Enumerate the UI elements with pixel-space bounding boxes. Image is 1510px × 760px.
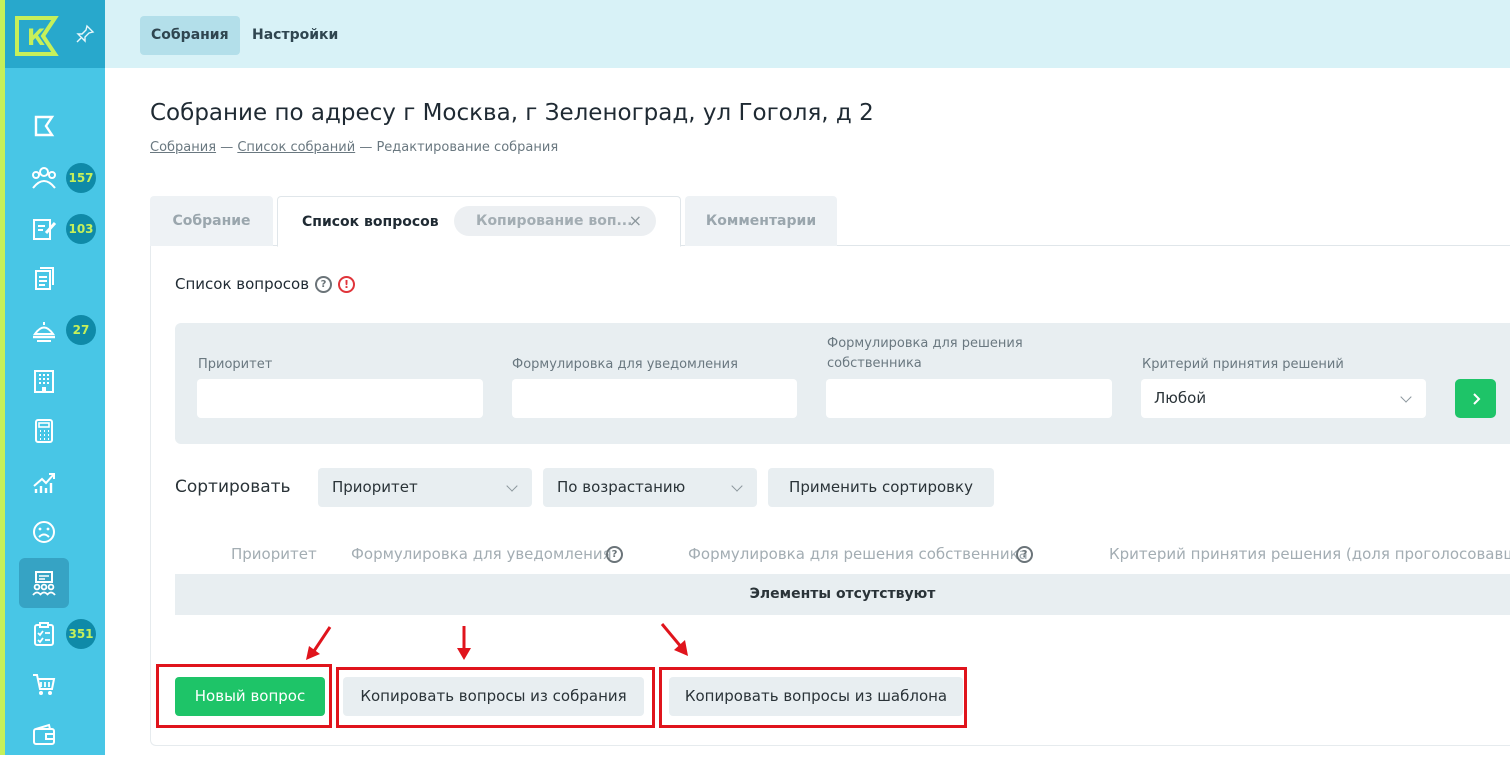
- filter-criterion-value: Любой: [1154, 389, 1207, 407]
- page-title: Собрание по адресу г Москва, г Зеленогра…: [150, 100, 874, 126]
- content-tabs: Собрание Список вопросов Копирование воп…: [150, 196, 1510, 247]
- copy-from-template-button[interactable]: Копировать вопросы из шаблона: [669, 677, 963, 716]
- filter-criterion-select[interactable]: Любой: [1141, 379, 1426, 418]
- chart-growth-icon: [33, 473, 55, 493]
- people-icon: [32, 167, 56, 189]
- sidebar-item-meetings[interactable]: [19, 558, 69, 608]
- sidebar-item-complaints[interactable]: [19, 507, 69, 557]
- sidebar-item-shop[interactable]: [19, 659, 69, 709]
- sidebar-item-buildings[interactable]: [19, 356, 69, 406]
- building-icon: [34, 370, 54, 393]
- table-empty-row: Элементы отсутствуют: [175, 574, 1510, 615]
- sort-order-select[interactable]: По возрастанию: [543, 468, 757, 507]
- apply-filter-button[interactable]: [1455, 379, 1496, 418]
- annotation-arrow-icon: [660, 623, 688, 656]
- sort-field-select[interactable]: Приоритет: [318, 468, 532, 507]
- top-tab-meetings[interactable]: Собрания: [140, 16, 240, 55]
- apply-sort-button[interactable]: Применить сортировку: [768, 468, 994, 507]
- chevron-right-icon: [1472, 392, 1480, 405]
- meeting-icon: [32, 571, 56, 596]
- new-question-button[interactable]: Новый вопрос: [175, 677, 325, 716]
- column-header-owner[interactable]: Формулировка для решения собственника: [688, 545, 1028, 563]
- help-icon[interactable]: ?: [315, 276, 332, 293]
- sort-order-value: По возрастанию: [557, 478, 686, 496]
- sidebar-item-tasks[interactable]: [19, 609, 69, 659]
- services-count-badge: 27: [66, 315, 96, 345]
- sort-label: Сортировать: [175, 477, 291, 497]
- copy-from-meeting-button[interactable]: Копировать вопросы из собрания: [343, 677, 644, 716]
- cart-icon: [33, 674, 56, 695]
- sort-field-value: Приоритет: [332, 478, 418, 496]
- tab-copy-questions[interactable]: Копирование воп... ×: [454, 206, 656, 236]
- service-bell-icon: [33, 322, 55, 342]
- column-header-notice[interactable]: Формулировка для уведомления: [351, 545, 612, 563]
- filter-criterion-label: Критерий принятия решений: [1142, 357, 1344, 372]
- filter-priority-input[interactable]: [197, 379, 483, 418]
- sidebar-item-residents[interactable]: [19, 153, 69, 203]
- warning-icon[interactable]: !: [338, 276, 355, 293]
- sidebar-item-calculator[interactable]: [19, 406, 69, 456]
- sad-face-icon: [33, 521, 55, 543]
- sidebar-item-services[interactable]: [19, 305, 69, 355]
- logo-icon[interactable]: К: [13, 14, 59, 58]
- calculator-icon: [35, 419, 53, 443]
- column-header-criterion[interactable]: Критерий принятия решения (доля проголос…: [1109, 545, 1510, 563]
- breadcrumb: Собрания — Список собраний — Редактирова…: [150, 140, 558, 155]
- questions-section-title: Список вопросов: [175, 275, 310, 293]
- filter-notice-label: Формулировка для уведомления: [512, 357, 738, 372]
- filter-priority-label: Приоритет: [198, 357, 273, 372]
- residents-count-badge: 157: [66, 163, 96, 193]
- breadcrumb-meetings-list-link[interactable]: Список собраний: [237, 140, 355, 155]
- sidebar-header: К: [5, 0, 105, 68]
- edit-document-icon: [33, 219, 57, 240]
- requests-count-badge: 103: [66, 214, 96, 244]
- filter-owner-label: Формулировка для решения собственника: [827, 336, 1023, 371]
- tab-comments[interactable]: Комментарии: [685, 196, 837, 246]
- tab-meeting[interactable]: Собрание: [150, 196, 273, 246]
- documents-icon: [35, 267, 54, 290]
- tab-questions-label: Список вопросов: [302, 213, 439, 230]
- sidebar-item-documents[interactable]: [19, 254, 69, 304]
- breadcrumb-separator: —: [359, 140, 373, 155]
- sidebar-item-home[interactable]: [19, 102, 69, 152]
- column-header-priority[interactable]: Приоритет: [231, 545, 317, 563]
- annotation-arrow-icon: [306, 626, 332, 660]
- breadcrumb-separator: —: [220, 140, 234, 155]
- flag-icon: [34, 115, 55, 137]
- filter-notice-input[interactable]: [512, 379, 797, 418]
- tab-copy-questions-label: Копирование воп...: [476, 213, 633, 229]
- checklist-icon: [34, 622, 54, 646]
- breadcrumb-meetings-link[interactable]: Собрания: [150, 140, 216, 155]
- help-icon[interactable]: ?: [606, 546, 623, 563]
- sidebar-item-wallet[interactable]: [19, 710, 69, 760]
- pin-icon[interactable]: [75, 24, 95, 44]
- top-tab-settings[interactable]: Настройки: [241, 16, 349, 55]
- breadcrumb-current: Редактирование собрания: [376, 140, 559, 155]
- help-icon[interactable]: ?: [1016, 546, 1033, 563]
- tasks-count-badge: 351: [66, 619, 96, 649]
- top-bar: Собрания Настройки: [105, 0, 1510, 68]
- filter-owner-input[interactable]: [826, 379, 1112, 418]
- sidebar-item-requests[interactable]: [19, 204, 69, 254]
- annotation-arrow-icon: [457, 626, 471, 660]
- wallet-icon: [33, 723, 55, 745]
- svg-text:К: К: [27, 26, 45, 51]
- sidebar-item-analytics[interactable]: [19, 457, 69, 507]
- close-icon[interactable]: ×: [629, 206, 642, 236]
- sidebar-stripe: [0, 0, 5, 755]
